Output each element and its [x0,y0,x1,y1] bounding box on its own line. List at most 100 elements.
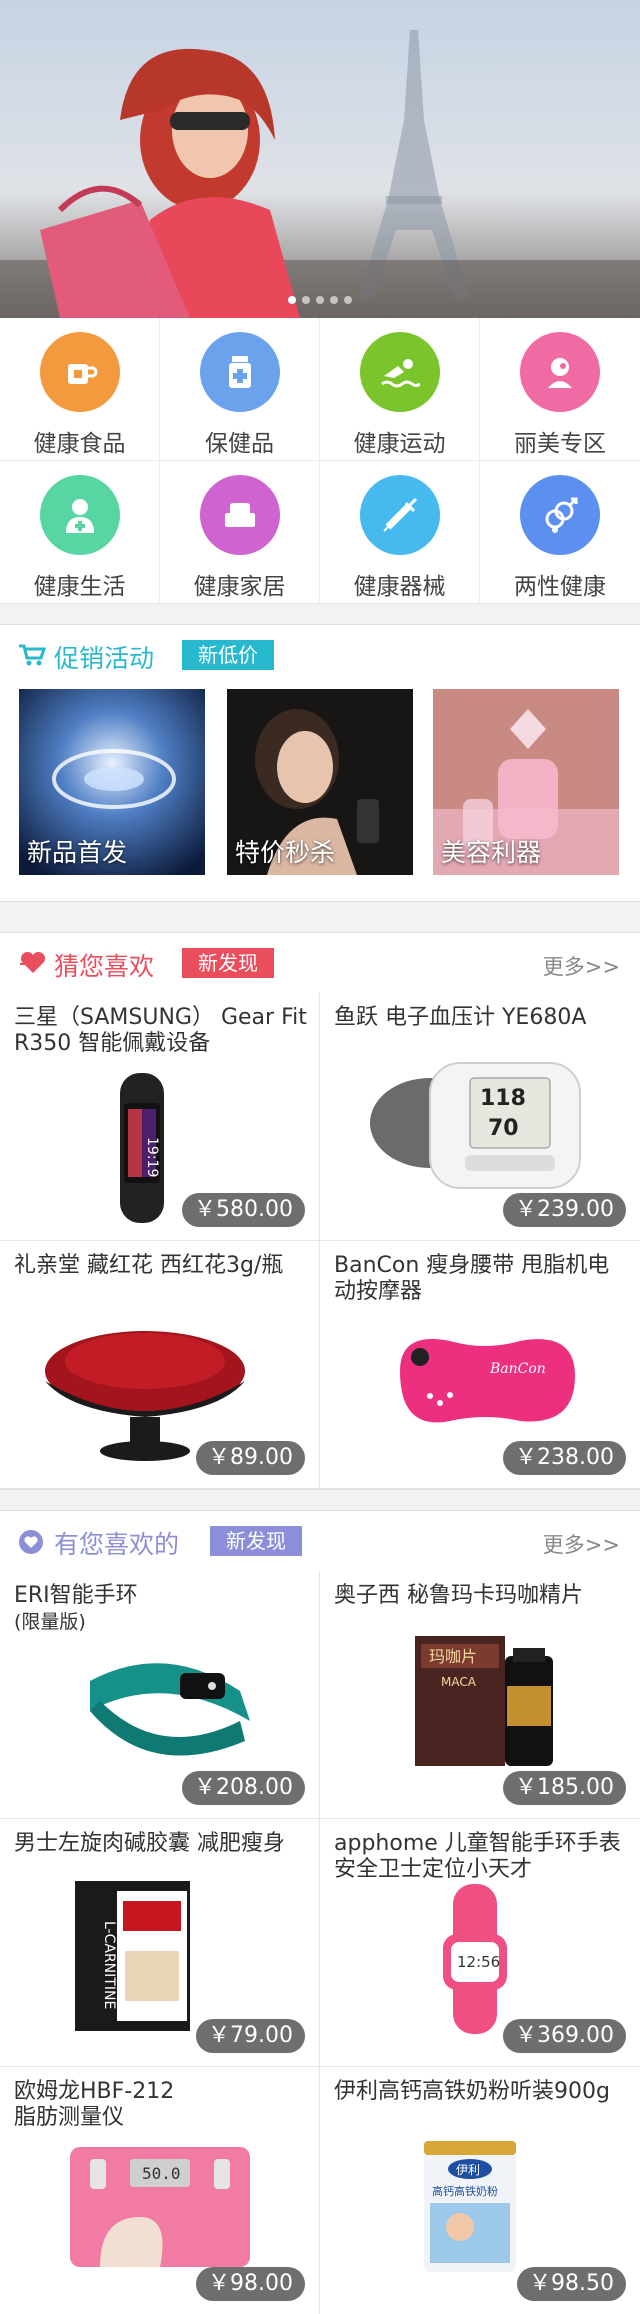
product-image-blood-pressure-monitor: 118 70 [370,1062,581,1189]
scale-display-text: 50.0 [142,2164,181,2183]
promo-new-arrivals[interactable]: 新品首发 [19,689,205,875]
like-tag: 新发现 [210,1526,302,1556]
category-home[interactable]: 健康家居 [160,461,320,604]
product-card[interactable]: apphome 儿童智能手环手表 安全卫士定位小天才 12:56 ￥369.00 [320,1819,640,2067]
product-card[interactable]: 鱼跃 电子血压计 YE680A 118 70 ￥239.00 [320,993,640,1241]
gender-icon [520,475,600,555]
category-equipment[interactable]: 健康器械 [320,461,480,604]
product-subtitle: 脂肪测量仪 [14,2105,125,2130]
like-more-link[interactable]: 更多>> [543,1529,620,1559]
maca-box-text: 玛咖片 [429,1647,477,1666]
product-card[interactable]: BanCon 瘦身腰带 甩脂机电动按摩器 BanCon ￥238.00 [320,1241,640,1489]
product-image-body-fat-scale: 50.0 [70,2147,250,2267]
promo-header: 促销活动 新低价 [0,625,640,685]
category-grid: 健康食品 保健品 健康运动 丽美专区 健康生活 健康家居 健康器械 两性健康 [0,318,640,604]
product-image-maca-tablets: 玛咖片 MACA [415,1636,553,1766]
guess-header: 猜您喜欢 新发现 更多>> [0,933,640,993]
banner-dot[interactable] [330,296,338,304]
product-card[interactable]: 伊利高钙高铁奶粉听装900g 伊利 高钙高铁奶粉 ￥98.50 [320,2067,640,2314]
doctor-icon [39,475,120,555]
guess-product-grid: 三星（SAMSUNG） Gear Fit R350 智能佩戴设备 19:19 ￥… [0,993,640,1489]
product-price: ￥238.00 [503,1441,626,1475]
product-image-carnitine-box: L-CARNITINE [75,1881,190,2031]
promo-label: 新品首发 [27,838,128,867]
kids-watch-screen: 12:56 [457,1953,500,1971]
product-title: 鱼跃 电子血压计 YE680A [334,1005,587,1030]
product-title: 欧姆龙HBF-212 脂肪测量仪 [14,2079,309,2131]
massager-brand-text: BanCon [489,1361,546,1377]
heart-icon [20,951,46,973]
maca-sub-text: MACA [441,1675,477,1689]
product-image-milk-powder-can: 伊利 高钙高铁奶粉 [424,2141,516,2272]
product-title: 三星（SAMSUNG） Gear Fit R350 智能佩戴设备 [14,1005,307,1056]
watch-screen-text: 19:19 [144,1137,160,1177]
banner-image [0,0,640,318]
supplement-bottle-icon [199,332,280,412]
product-image-massager: BanCon [400,1339,575,1423]
promo-title: 促销活动 [54,644,155,673]
heart-circle-icon [19,1530,43,1554]
armchair-icon [199,475,280,555]
promo-flash-sale[interactable]: 特价秒杀 [227,689,413,875]
product-title: 奥子西 秘鲁玛卡玛咖精片 [334,1583,583,1608]
product-price: ￥580.00 [182,1193,305,1227]
product-title: 伊利高钙高铁奶粉听装900g [334,2079,610,2104]
product-card[interactable]: 三星（SAMSUNG） Gear Fit R350 智能佩戴设备 19:19 ￥… [0,993,320,1241]
hero-banner[interactable] [0,0,640,318]
product-price: ￥98.00 [196,2267,305,2301]
banner-dot[interactable] [344,296,352,304]
banner-dot[interactable] [316,296,324,304]
category-health-life[interactable]: 健康生活 [0,461,160,604]
like-section: 有您喜欢的 新发现 更多>> ERI智能手环 (限量版) ￥208.00 奥子西… [0,1510,640,2314]
swimming-icon [359,332,440,412]
like-header: 有您喜欢的 新发现 更多>> [0,1511,640,1571]
guess-tag: 新发现 [182,948,274,978]
product-title: 礼亲堂 藏红花 西红花3g/瓶 [14,1253,284,1278]
beauty-face-icon [520,332,600,412]
product-price: ￥79.00 [196,2019,305,2053]
milk-brand-text: 伊利 [456,2163,480,2177]
product-title: apphome 儿童智能手环手表 安全卫士定位小天才 [334,1831,621,1882]
category-health-food[interactable]: 健康食品 [0,318,160,461]
like-product-grid: ERI智能手环 (限量版) ￥208.00 奥子西 秘鲁玛卡玛咖精片 玛咖片 M… [0,1571,640,2314]
product-image-kids-watch: 12:56 [443,1884,507,2034]
product-title: BanCon 瘦身腰带 甩脂机电动按摩器 [334,1253,610,1304]
product-price: ￥239.00 [503,1193,626,1227]
product-price: ￥208.00 [182,1771,305,1805]
promo-tag: 新低价 [182,640,274,670]
carnitine-box-text: L-CARNITINE [101,1921,117,2009]
banner-dot[interactable] [288,296,296,304]
category-sexual-health[interactable]: 两性健康 [480,461,640,604]
promo-list: 新品首发 特价秒杀 美容利器 [0,685,640,875]
promo-beauty-tools[interactable]: 美容利器 [433,689,619,875]
guess-title: 猜您喜欢 [54,952,155,981]
product-price: ￥185.00 [503,1771,626,1805]
product-card[interactable]: 欧姆龙HBF-212 脂肪测量仪 50.0 ￥98.00 [0,2067,320,2314]
like-title: 有您喜欢的 [54,1530,180,1559]
promo-label: 美容利器 [441,838,542,867]
banner-pagination[interactable] [0,289,640,308]
bp-reading-top: 118 [480,1086,526,1111]
category-sports[interactable]: 健康运动 [320,318,480,461]
category-supplements[interactable]: 保健品 [160,318,320,461]
product-card[interactable]: 男士左旋肉碱胶囊 减肥瘦身 L-CARNITINE ￥79.00 [0,1819,320,2067]
product-price: ￥98.50 [517,2267,626,2301]
product-price: ￥89.00 [196,1441,305,1475]
product-card[interactable]: 奥子西 秘鲁玛卡玛咖精片 玛咖片 MACA ￥185.00 [320,1571,640,1819]
promo-label: 特价秒杀 [235,838,336,867]
product-card[interactable]: 礼亲堂 藏红花 西红花3g/瓶 ￥89.00 [0,1241,320,1489]
category-beauty[interactable]: 丽美专区 [480,318,640,461]
milk-sub-text: 高钙高铁奶粉 [432,2184,498,2198]
banner-dot[interactable] [302,296,310,304]
product-title: ERI智能手环 (限量版) [14,1583,309,1635]
guess-more-link[interactable]: 更多>> [543,951,620,981]
cart-icon [19,644,46,666]
product-card[interactable]: ERI智能手环 (限量版) ￥208.00 [0,1571,320,1819]
product-title: 男士左旋肉碱胶囊 减肥瘦身 [14,1831,285,1856]
product-price: ￥369.00 [503,2019,626,2053]
syringe-icon [359,475,440,555]
bp-reading-mid: 70 [488,1116,519,1141]
product-subtitle: (限量版) [14,1611,86,1633]
promo-section: 促销活动 新低价 新品首发 特价秒杀 美容利器 [0,624,640,902]
product-image-smart-bracelet [90,1663,250,1756]
